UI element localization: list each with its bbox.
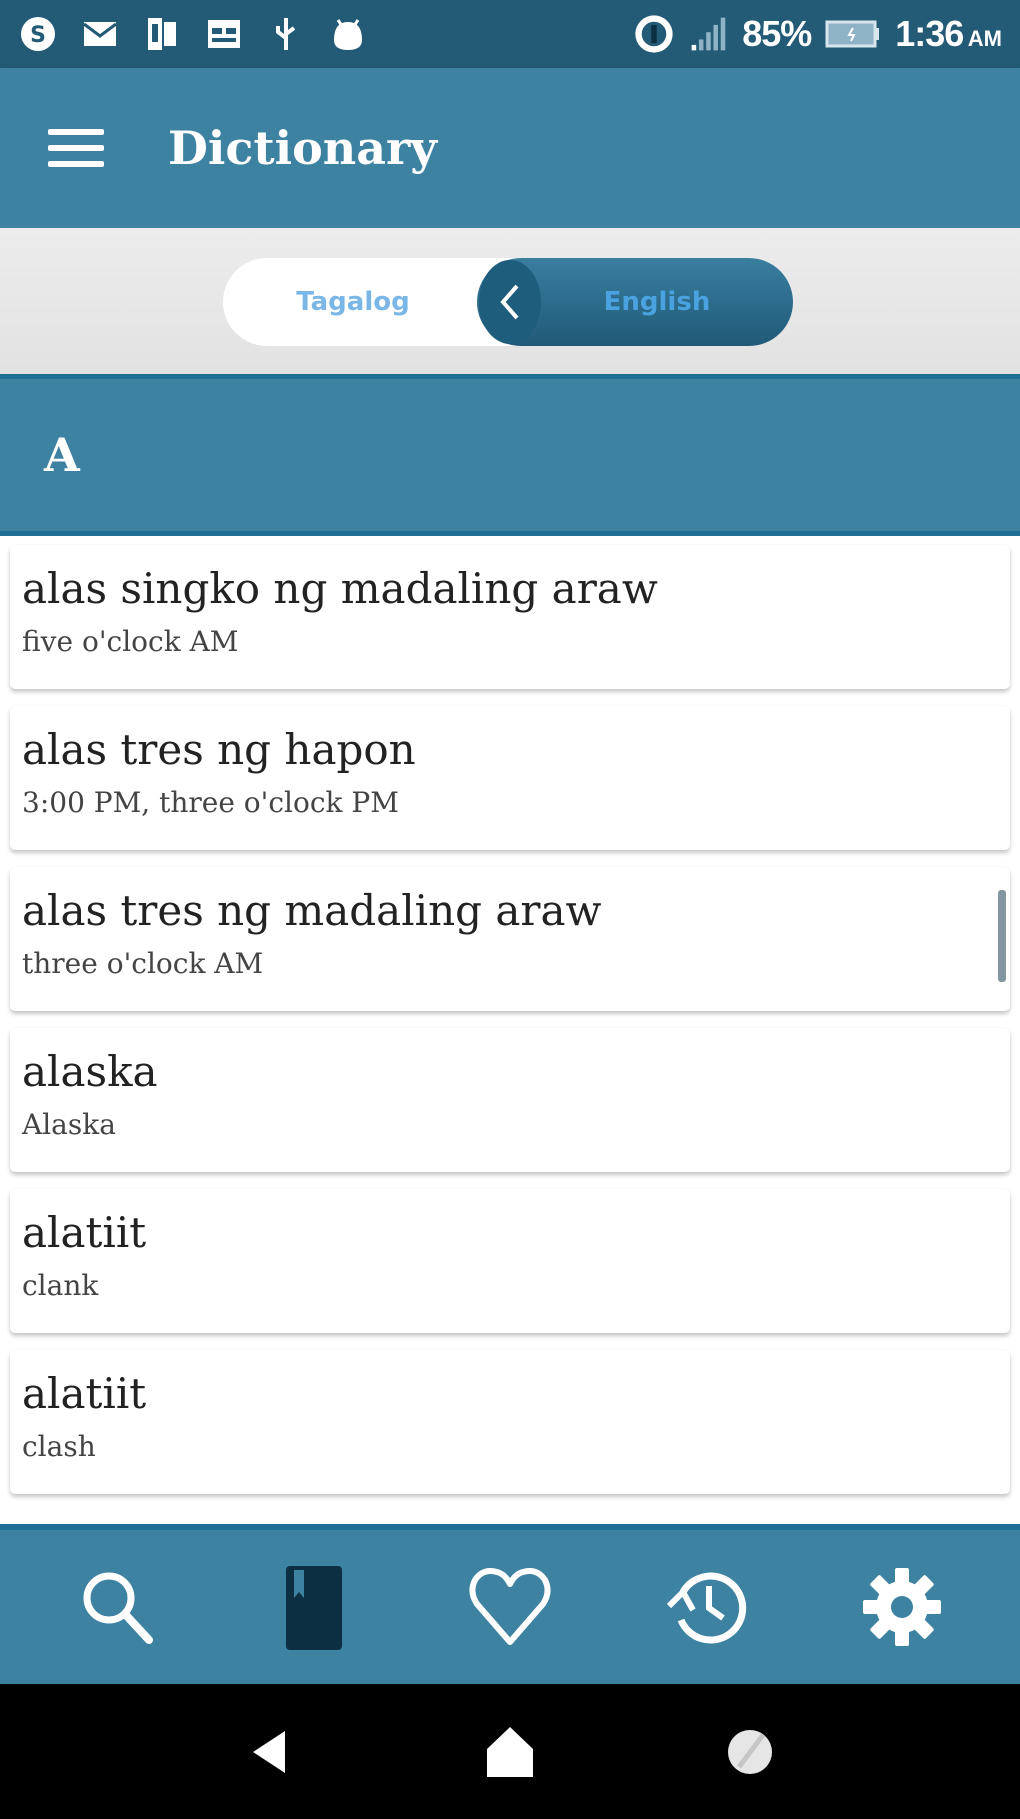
clock-ampm: AM xyxy=(967,26,1002,51)
menu-icon-bar xyxy=(48,129,104,135)
bottom-navigation xyxy=(0,1524,1020,1684)
entry-term: alatiit xyxy=(22,1208,147,1257)
menu-button[interactable] xyxy=(48,118,108,178)
status-bar: S 85% 1:36 AM xyxy=(0,0,1020,68)
data-saver-icon xyxy=(634,14,674,54)
nav-settings[interactable] xyxy=(847,1552,957,1662)
nav-search[interactable] xyxy=(63,1552,173,1662)
menu-icon-bar xyxy=(48,145,104,151)
list-scrollbar[interactable] xyxy=(998,890,1006,982)
menu-icon-bar xyxy=(48,161,104,167)
usb-icon xyxy=(266,14,306,54)
entry-definition: Alaska xyxy=(22,1108,116,1141)
list-item[interactable]: alaska Alaska xyxy=(10,1028,1010,1172)
swap-languages-button[interactable] xyxy=(479,260,541,344)
heart-icon xyxy=(469,1568,551,1645)
entry-definition: 3:00 PM, three o'clock PM xyxy=(22,786,399,819)
entry-term: alas singko ng madaling araw xyxy=(22,564,658,613)
entry-definition: three o'clock AM xyxy=(22,947,264,980)
target-language-option[interactable]: English xyxy=(477,258,793,346)
entry-definition: five o'clock AM xyxy=(22,625,239,658)
entry-term: alatiit xyxy=(22,1369,147,1418)
entry-term: alas tres ng hapon xyxy=(22,725,416,774)
language-toggle[interactable]: Tagalog English xyxy=(223,258,793,346)
signal-icon xyxy=(688,14,728,54)
entries-list[interactable]: alas singko ng madaling araw five o'cloc… xyxy=(10,545,1010,1511)
sim-card-icon xyxy=(142,14,182,54)
list-item[interactable]: alas tres ng madaling araw three o'clock… xyxy=(10,867,1010,1011)
notification-icons: S xyxy=(18,14,368,54)
list-item[interactable]: alas tres ng hapon 3:00 PM, three o'cloc… xyxy=(10,706,1010,850)
entry-definition: clash xyxy=(22,1430,96,1463)
entry-term: alas tres ng madaling araw xyxy=(22,886,602,935)
target-language-label: English xyxy=(603,287,711,317)
back-button[interactable] xyxy=(240,1722,300,1782)
list-item[interactable]: alatiit clash xyxy=(10,1350,1010,1494)
history-icon xyxy=(666,1572,747,1644)
book-icon xyxy=(286,1566,342,1650)
section-letter: A xyxy=(44,428,80,482)
recents-button[interactable] xyxy=(720,1722,780,1782)
skype-icon: S xyxy=(18,14,58,54)
mail-icon xyxy=(80,14,120,54)
source-language-option[interactable]: Tagalog xyxy=(223,258,483,346)
android-icon xyxy=(328,14,368,54)
home-button[interactable] xyxy=(480,1722,540,1782)
home-icon xyxy=(487,1726,533,1777)
search-icon xyxy=(83,1572,153,1644)
nav-favorites[interactable] xyxy=(455,1552,565,1662)
list-item[interactable]: alatiit clank xyxy=(10,1189,1010,1333)
language-toggle-area: Tagalog English xyxy=(0,228,1020,374)
chevron-left-icon xyxy=(500,284,519,320)
gear-icon xyxy=(863,1568,941,1646)
system-navigation-bar xyxy=(0,1684,1020,1819)
recents-circle-icon xyxy=(728,1729,772,1774)
entry-definition: clank xyxy=(22,1269,99,1302)
clock-time: 1:36 xyxy=(895,13,964,54)
nav-dictionary[interactable] xyxy=(259,1552,369,1662)
back-triangle-icon xyxy=(253,1730,285,1773)
svg-text:S: S xyxy=(30,23,46,48)
calendar-icon xyxy=(204,14,244,54)
app-bar: Dictionary xyxy=(0,68,1020,228)
battery-icon xyxy=(825,14,881,54)
section-header: A xyxy=(0,374,1020,536)
entry-term: alaska xyxy=(22,1047,158,1096)
nav-history[interactable] xyxy=(651,1552,761,1662)
page-title: Dictionary xyxy=(168,121,437,175)
list-item[interactable]: alas singko ng madaling araw five o'cloc… xyxy=(10,545,1010,689)
battery-percent: 85% xyxy=(742,13,812,54)
